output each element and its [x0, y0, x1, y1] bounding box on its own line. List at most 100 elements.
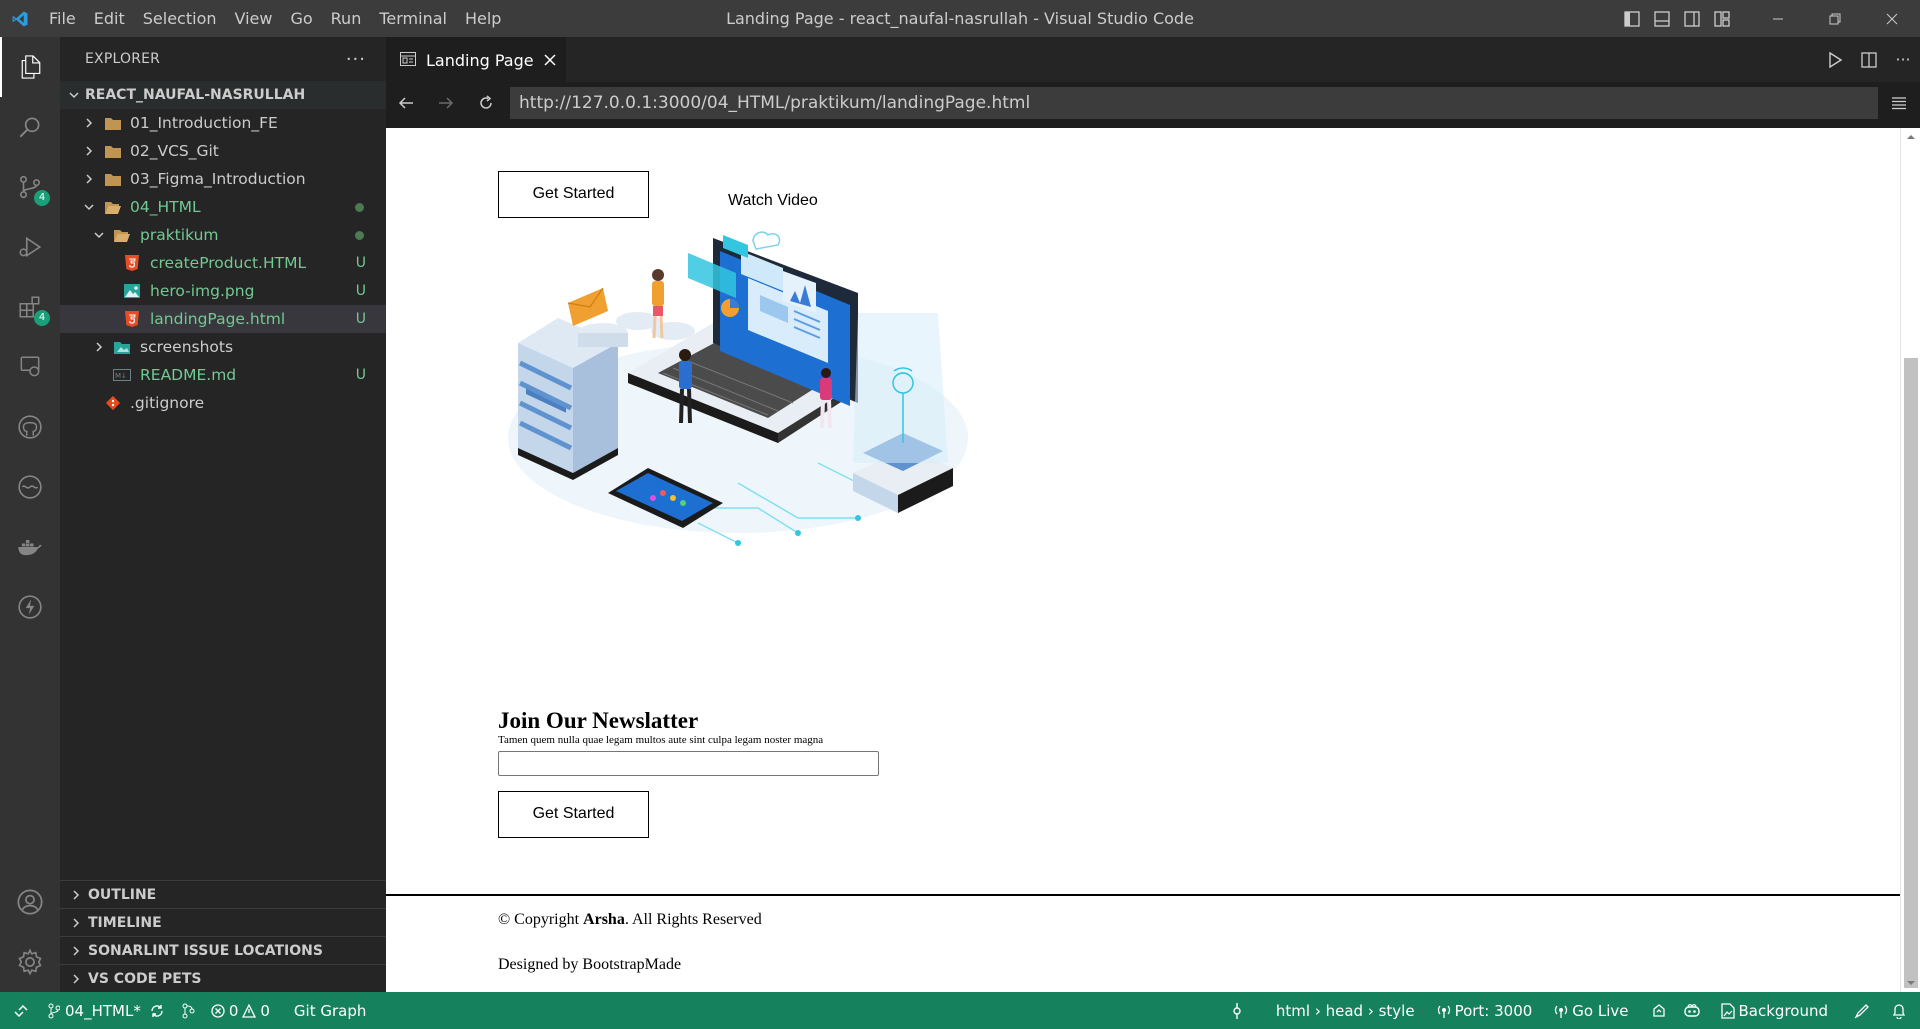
feedback-icon[interactable]: [1846, 992, 1878, 1029]
remote-explorer-icon[interactable]: [0, 337, 60, 397]
git-graph-button[interactable]: Git Graph: [286, 992, 374, 1029]
hamburger-menu-icon[interactable]: [1878, 82, 1920, 124]
menu-run[interactable]: Run: [322, 9, 371, 28]
go-live-label: Go Live: [1572, 1001, 1629, 1020]
more-icon[interactable]: ···: [1886, 50, 1920, 69]
notifications-bell-icon[interactable]: [1884, 992, 1920, 1029]
menu-help[interactable]: Help: [456, 9, 510, 28]
back-icon[interactable]: [386, 82, 426, 124]
tree-item-file[interactable]: .gitignore: [60, 389, 386, 417]
tree-item-folder[interactable]: 01_Introduction_FE: [60, 109, 386, 137]
tab-landing-page[interactable]: Landing Page: [386, 37, 566, 82]
customize-layout-icon[interactable]: [1707, 0, 1737, 37]
tree-item-file[interactable]: createProduct.HTML U: [60, 249, 386, 277]
commit-icon[interactable]: [1216, 992, 1258, 1029]
tree-item-file-selected[interactable]: landingPage.html U: [60, 305, 386, 333]
chevron-down-icon: [91, 227, 107, 243]
forward-icon[interactable]: [426, 82, 466, 124]
menu-edit[interactable]: Edit: [85, 9, 134, 28]
scroll-up-icon[interactable]: [1901, 131, 1920, 143]
activity-bar: 4 4: [0, 37, 60, 992]
page-scrollbar[interactable]: [1900, 128, 1920, 992]
menu-go[interactable]: Go: [281, 9, 321, 28]
close-tab-icon[interactable]: [544, 51, 556, 70]
extensions-icon[interactable]: 4: [0, 277, 60, 337]
github-icon[interactable]: [0, 397, 60, 457]
section-outline[interactable]: OUTLINE: [60, 880, 386, 908]
menu-view[interactable]: View: [226, 9, 282, 28]
scm-badge: 4: [34, 190, 50, 206]
section-vscode-pets[interactable]: VS CODE PETS: [60, 964, 386, 992]
menu-selection[interactable]: Selection: [134, 9, 226, 28]
tree-item-label: landingPage.html: [150, 310, 286, 328]
docker-icon[interactable]: [0, 517, 60, 577]
copilot-icon[interactable]: [1675, 992, 1709, 1029]
thunder-client-icon[interactable]: [0, 577, 60, 637]
url-bar[interactable]: http://127.0.0.1:3000/04_HTML/praktikum/…: [510, 87, 1878, 119]
tab-bar: Landing Page ···: [386, 37, 1920, 82]
sync-icon[interactable]: [149, 1003, 165, 1019]
tree-item-folder[interactable]: 02_VCS_Git: [60, 137, 386, 165]
broadcast-icon: [1437, 1005, 1450, 1018]
get-started-button[interactable]: Get Started: [498, 171, 649, 218]
menu-terminal[interactable]: Terminal: [370, 9, 456, 28]
html5-icon: [123, 254, 141, 272]
source-control-icon[interactable]: 4: [0, 157, 60, 217]
tree-item-folder[interactable]: praktikum: [60, 221, 386, 249]
branch-indicator[interactable]: 04_HTML*: [40, 992, 173, 1029]
chevron-right-icon: [64, 945, 88, 957]
explorer-icon[interactable]: [0, 37, 60, 97]
newsletter-title: Join Our Newslatter: [498, 708, 699, 733]
tree-item-file[interactable]: M↓ README.md U: [60, 361, 386, 389]
newsletter-email-input[interactable]: [498, 751, 879, 776]
reload-icon[interactable]: [466, 82, 506, 124]
close-window-icon[interactable]: [1863, 0, 1920, 37]
tree-item-folder[interactable]: 04_HTML: [60, 193, 386, 221]
menu-file[interactable]: File: [40, 9, 85, 28]
accounts-icon[interactable]: [0, 872, 60, 932]
toggle-panel-icon[interactable]: [1647, 0, 1677, 37]
minimize-icon[interactable]: [1749, 0, 1806, 37]
chevron-right-icon: [64, 889, 88, 901]
section-sonarlint[interactable]: SONARLINT ISSUE LOCATIONS: [60, 936, 386, 964]
copyright-text: © Copyright Arsha. All Rights Reserved: [498, 911, 762, 929]
copyright-prefix: © Copyright: [498, 911, 584, 928]
toggle-sidebar-icon[interactable]: [1617, 0, 1647, 37]
scroll-down-icon[interactable]: [1901, 977, 1920, 989]
chevron-down-icon: [81, 199, 97, 215]
run-icon[interactable]: [1818, 51, 1852, 68]
settings-gear-icon[interactable]: [0, 932, 60, 992]
pets-icon[interactable]: [0, 457, 60, 517]
split-editor-icon[interactable]: [1852, 51, 1886, 68]
watch-video-link[interactable]: Watch Video: [728, 192, 818, 210]
breadcrumb-status[interactable]: html › head › style: [1268, 992, 1423, 1029]
explorer-header: EXPLORER ···: [60, 37, 386, 81]
prettier-icon[interactable]: [1643, 992, 1675, 1029]
copyright-suffix: . All Rights Reserved: [624, 911, 762, 928]
tree-item-folder[interactable]: 03_Figma_Introduction: [60, 165, 386, 193]
toggle-secondary-sidebar-icon[interactable]: [1677, 0, 1707, 37]
publish-icon[interactable]: [173, 992, 203, 1029]
git-status-untracked: U: [355, 283, 366, 299]
go-live-button[interactable]: Go Live: [1546, 992, 1636, 1029]
tree-item-label: 04_HTML: [130, 198, 201, 216]
search-icon[interactable]: [0, 97, 60, 157]
branch-name: 04_HTML*: [65, 1001, 141, 1020]
run-debug-icon[interactable]: [0, 217, 60, 277]
workspace-root[interactable]: REACT_NAUFAL-NASRULLAH: [60, 81, 386, 109]
tree-item-folder[interactable]: screenshots: [60, 333, 386, 361]
remote-indicator-icon[interactable]: [0, 992, 40, 1029]
background-button[interactable]: Background: [1713, 992, 1837, 1029]
vscode-logo-icon: [0, 0, 40, 37]
status-bar: 04_HTML* 0 0 Git Graph html › head › sty…: [0, 992, 1920, 1029]
section-label: VS CODE PETS: [88, 970, 202, 987]
scrollbar-thumb[interactable]: [1904, 358, 1918, 988]
tree-item-file[interactable]: hero-img.png U: [60, 277, 386, 305]
tree-item-label: 03_Figma_Introduction: [130, 170, 306, 188]
more-actions-icon[interactable]: ···: [346, 49, 366, 70]
newsletter-get-started-button[interactable]: Get Started: [498, 791, 649, 838]
problems-indicator[interactable]: 0 0: [203, 992, 278, 1029]
restore-icon[interactable]: [1806, 0, 1863, 37]
port-indicator[interactable]: Port: 3000: [1429, 992, 1541, 1029]
section-timeline[interactable]: TIMELINE: [60, 908, 386, 936]
